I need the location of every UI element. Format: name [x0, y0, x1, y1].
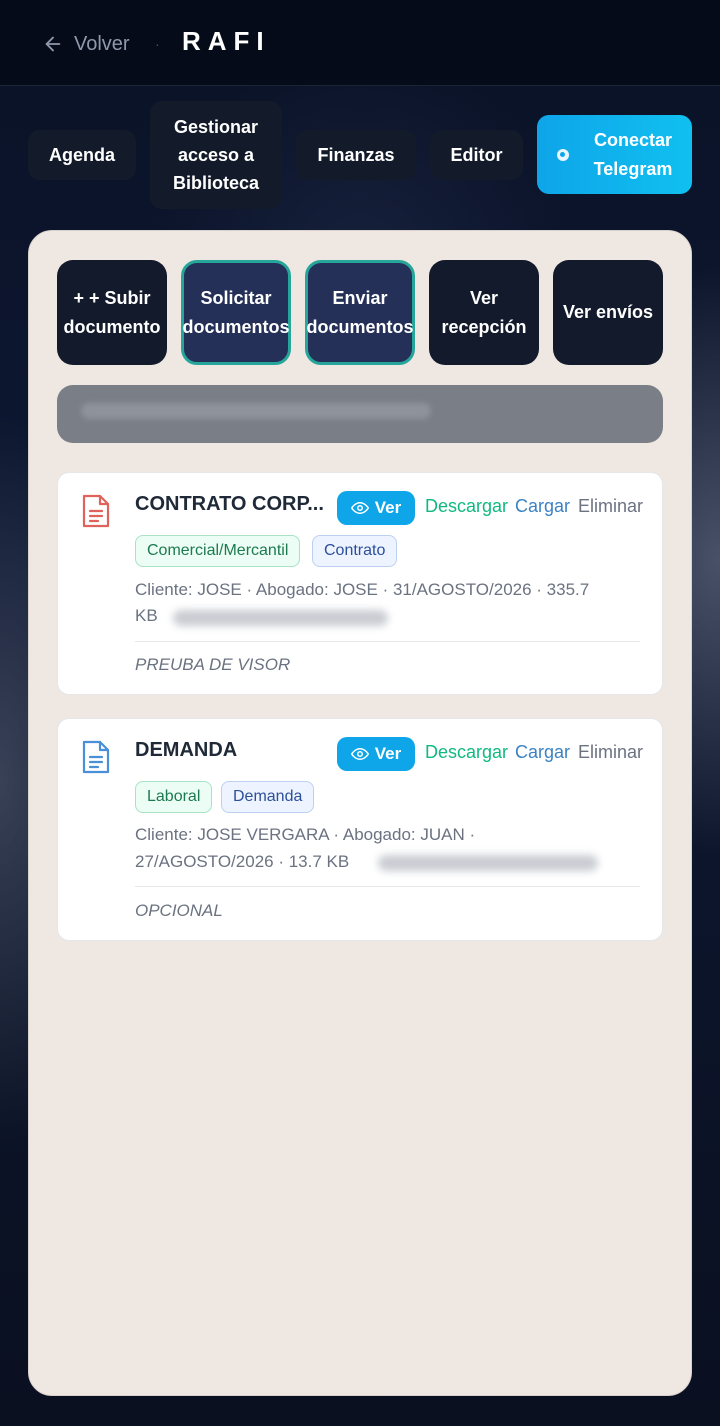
send-documents-button[interactable]: Enviar documentos — [305, 260, 415, 365]
upload-link[interactable]: Cargar — [515, 742, 570, 763]
delete-link[interactable]: Eliminar — [578, 742, 643, 763]
upload-document-button[interactable]: + + Subir documento — [57, 260, 167, 365]
document-icon — [82, 740, 110, 774]
telegram-label: Conectar Telegram — [593, 129, 673, 179]
nav-agenda-button[interactable]: Agenda — [28, 130, 136, 180]
redacted-email — [378, 855, 598, 871]
search-placeholder — [81, 403, 431, 419]
eye-icon — [350, 747, 369, 761]
delete-link[interactable]: Eliminar — [578, 496, 643, 517]
nav-finanzas-button[interactable]: Finanzas — [296, 130, 416, 180]
document-note: PREUBA DE VISOR — [135, 655, 291, 674]
telegram-icon — [557, 148, 569, 161]
view-sent-button[interactable]: Ver envíos — [553, 260, 663, 365]
type-tag: Demanda — [221, 781, 315, 813]
documents-panel: + + Subir documento Solicitar documentos… — [28, 230, 692, 1396]
view-button[interactable]: Ver — [337, 491, 415, 525]
document-icon — [82, 494, 110, 528]
view-button[interactable]: Ver — [337, 737, 415, 771]
eye-icon — [350, 501, 369, 515]
document-meta-cont: 27/AGOSTO/2026 · 13.7 KB — [135, 852, 350, 871]
type-tag: Contrato — [312, 535, 398, 567]
request-documents-button[interactable]: Solicitar documentos — [181, 260, 291, 365]
document-meta: Cliente: JOSE · Abogado: JOSE · 31/AGOST… — [135, 580, 590, 599]
document-note: OPCIONAL — [135, 901, 223, 920]
back-button[interactable]: Volver — [42, 30, 130, 58]
arrow-left-icon — [45, 36, 61, 52]
document-title: CONTRATO CORP... — [135, 493, 324, 515]
document-meta: Cliente: JOSE VERGARA · Abogado: JUAN · — [135, 825, 476, 844]
download-link[interactable]: Descargar — [425, 742, 508, 763]
category-tag: Comercial/Mercantil — [135, 535, 301, 567]
upload-link[interactable]: Cargar — [515, 496, 570, 517]
document-title: DEMANDA — [135, 739, 238, 761]
view-label: Ver — [374, 498, 402, 517]
brand-title: RAFI — [182, 26, 271, 56]
download-link[interactable]: Descargar — [425, 496, 508, 517]
top-bar: Volver · RAFI — [0, 0, 720, 86]
back-label: Volver — [74, 32, 130, 55]
search-input[interactable] — [57, 385, 663, 443]
separator: · — [155, 36, 160, 52]
document-meta-cont: KB — [135, 606, 158, 625]
view-label: Ver — [374, 744, 402, 763]
divider — [135, 641, 640, 642]
document-card: CONTRATO CORP... Ver Descargar Cargar El… — [57, 472, 663, 695]
view-reception-button[interactable]: Ver recepción — [429, 260, 539, 365]
category-tag: Laboral — [135, 781, 213, 813]
nav-biblioteca-button[interactable]: Gestionar acceso a Biblioteca — [150, 101, 282, 209]
divider — [135, 886, 640, 887]
nav-editor-button[interactable]: Editor — [430, 130, 523, 180]
connect-telegram-button[interactable]: Conectar Telegram — [537, 115, 692, 194]
document-card: DEMANDA Ver Descargar Cargar Eliminar La… — [57, 718, 663, 941]
redacted-email — [173, 610, 388, 626]
